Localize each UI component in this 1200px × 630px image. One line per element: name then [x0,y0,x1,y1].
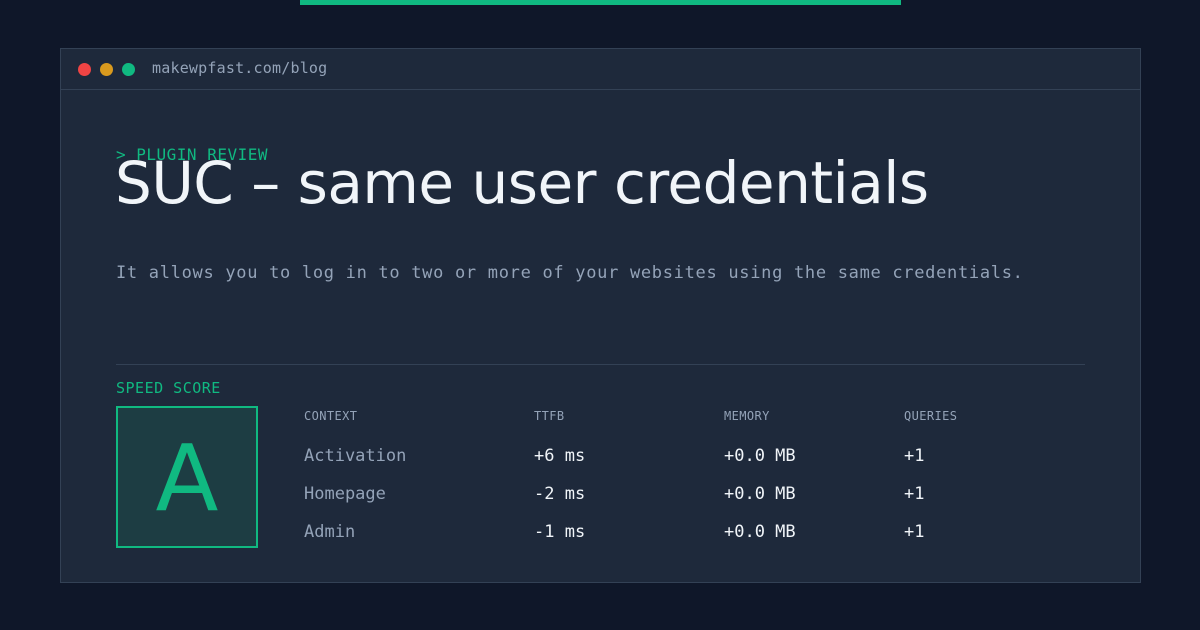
row-ttfb-cell: +6 ms [534,446,586,466]
row-memory-cell: +0.0 MB [724,446,796,466]
maximize-dot-icon [122,63,135,76]
browser-window: makewpfast.com/blog > PLUGIN REVIEW SUC … [60,48,1141,583]
row-ttfb-cell: -1 ms [534,522,586,542]
section-divider [116,364,1085,365]
column-header-queries: QUERIES [904,409,958,423]
post-title: SUC – same user credentials [115,149,929,217]
row-context-cell: Activation [304,446,407,466]
row-queries-cell: +1 [904,522,925,542]
window-url: makewpfast.com/blog [152,59,328,77]
speed-score-label: SPEED SCORE [116,379,221,397]
row-memory-cell: +0.0 MB [724,522,796,542]
post-description: It allows you to log in to two or more o… [116,263,1024,283]
close-dot-icon [78,63,91,76]
minimize-dot-icon [100,63,113,76]
row-ttfb-cell: -2 ms [534,484,586,504]
top-accent-bar [300,0,901,5]
speed-score-badge: A [116,406,258,548]
row-queries-cell: +1 [904,446,925,466]
row-memory-cell: +0.0 MB [724,484,796,504]
column-header-ttfb: TTFB [534,409,565,423]
row-queries-cell: +1 [904,484,925,504]
window-titlebar: makewpfast.com/blog [61,49,1140,90]
row-context-cell: Admin [304,522,356,542]
row-context-cell: Homepage [304,484,386,504]
column-header-memory: MEMORY [724,409,770,423]
column-header-context: CONTEXT [304,409,358,423]
speed-score-grade: A [155,425,219,532]
